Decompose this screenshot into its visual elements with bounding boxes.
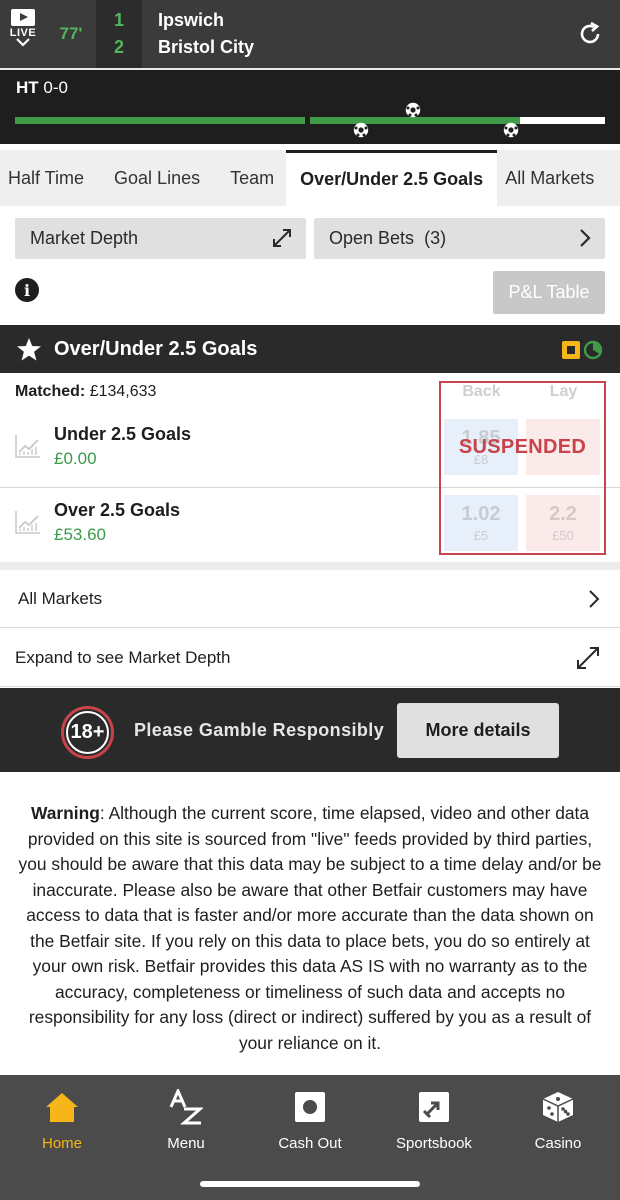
ht-label: HT bbox=[16, 78, 39, 97]
more-details-button[interactable]: More details bbox=[397, 703, 559, 758]
open-bets-label: Open Bets bbox=[329, 228, 415, 248]
ht-score: 0-0 bbox=[43, 78, 68, 97]
home-score: 1 bbox=[113, 10, 124, 30]
market-header: Over/Under 2.5 Goals bbox=[0, 325, 620, 373]
half-time-score: HT 0-0 bbox=[16, 78, 68, 98]
live-play-icon bbox=[11, 9, 35, 26]
chevron-right-icon bbox=[589, 589, 600, 608]
market-depth-label: Market Depth bbox=[30, 228, 139, 248]
suspended-label: SUSPENDED bbox=[458, 436, 587, 458]
dice-icon bbox=[542, 1092, 574, 1122]
expand-depth-label: Expand to see Market Depth bbox=[15, 647, 231, 667]
market-title: Over/Under 2.5 Goals bbox=[54, 337, 258, 360]
scores: 1 2 bbox=[96, 0, 142, 68]
in-play-indicator-icon bbox=[562, 341, 580, 359]
matched-amount: Matched: £134,633 bbox=[15, 383, 156, 401]
suspended-overlay bbox=[439, 381, 606, 555]
first-half-bar bbox=[15, 117, 305, 124]
market-depth-button[interactable]: Market Depth bbox=[15, 218, 306, 259]
second-half-remaining-bar bbox=[520, 117, 605, 124]
match-clock: 77' bbox=[59, 24, 83, 43]
warning-heading: Warning bbox=[30, 803, 100, 823]
gamble-responsibly-text: Please Gamble Responsibly bbox=[134, 720, 385, 740]
runner-pl: £0.00 bbox=[54, 449, 97, 468]
match-timeline: HT 0-0 bbox=[0, 68, 620, 144]
away-team: Bristol City bbox=[158, 37, 255, 57]
nav-home-label: Home bbox=[41, 1135, 82, 1152]
chevron-down-icon bbox=[16, 38, 30, 47]
home-indicator[interactable] bbox=[200, 1181, 420, 1187]
open-bets-button[interactable]: Open Bets (3) bbox=[314, 218, 605, 259]
away-score: 2 bbox=[113, 37, 124, 57]
live-toggle[interactable]: LIVE bbox=[0, 0, 46, 68]
expand-icon bbox=[273, 229, 291, 247]
runner-name: Under 2.5 Goals bbox=[54, 424, 192, 444]
refresh-icon bbox=[580, 21, 600, 44]
tab-over-under-2-5[interactable]: Over/Under 2.5 Goals bbox=[286, 150, 498, 206]
goal-ball-icon bbox=[353, 122, 369, 138]
open-bets-count: (3) bbox=[424, 228, 447, 248]
runner-pl: £53.60 bbox=[54, 525, 106, 544]
nav-sportsbook-label: Sportsbook bbox=[396, 1135, 472, 1152]
score-header: LIVE 77' 1 2 Ipswich Bristol City bbox=[0, 0, 620, 68]
warning-body: : Although the current score, time elaps… bbox=[18, 803, 602, 1053]
nav-cash-out-label: Cash Out bbox=[278, 1135, 342, 1152]
chart-icon[interactable] bbox=[15, 434, 41, 458]
market-tabs: Half Time Goal Lines Team Over/Under 2.5… bbox=[0, 150, 620, 206]
all-markets-label: All Markets bbox=[18, 588, 103, 608]
pl-table-button[interactable]: P&L Table bbox=[493, 271, 605, 314]
tab-team[interactable]: Team bbox=[208, 150, 286, 206]
timer-circle-icon bbox=[583, 340, 603, 360]
second-half-played-bar bbox=[310, 117, 520, 124]
age-18-badge: 18+ bbox=[61, 706, 114, 759]
matched-label: Matched: bbox=[15, 383, 86, 400]
nav-home[interactable]: Home bbox=[0, 1075, 124, 1200]
az-menu-icon bbox=[169, 1089, 203, 1125]
all-markets-link[interactable]: All Markets bbox=[0, 570, 620, 628]
teams: Ipswich Bristol City bbox=[142, 0, 560, 68]
runner-name: Over 2.5 Goals bbox=[54, 500, 181, 520]
star-icon[interactable] bbox=[16, 337, 42, 362]
tab-all-markets[interactable]: All Markets bbox=[497, 150, 602, 206]
nav-menu-label: Menu bbox=[167, 1135, 205, 1152]
home-icon bbox=[46, 1093, 78, 1122]
age-18-label: 18+ bbox=[66, 711, 109, 754]
section-gap bbox=[0, 562, 620, 570]
tab-half-time[interactable]: Half Time bbox=[0, 150, 92, 206]
matched-value: £134,633 bbox=[89, 383, 157, 400]
home-team: Ipswich bbox=[158, 10, 225, 30]
goal-ball-icon bbox=[405, 102, 421, 118]
expand-icon bbox=[577, 646, 599, 669]
refresh-button[interactable] bbox=[560, 0, 620, 68]
expand-market-depth-link[interactable]: Expand to see Market Depth bbox=[0, 629, 620, 687]
sportsbook-icon bbox=[419, 1092, 449, 1122]
info-icon[interactable]: i bbox=[15, 278, 39, 302]
warning-text: Warning: Although the current score, tim… bbox=[12, 801, 608, 1056]
cash-out-icon bbox=[295, 1092, 325, 1122]
nav-casino-label: Casino bbox=[534, 1135, 582, 1152]
chart-icon[interactable] bbox=[15, 510, 41, 534]
chevron-right-icon bbox=[580, 229, 591, 247]
nav-casino[interactable]: Casino bbox=[496, 1075, 620, 1200]
tab-goal-lines[interactable]: Goal Lines bbox=[92, 150, 208, 206]
goal-ball-icon bbox=[503, 122, 519, 138]
